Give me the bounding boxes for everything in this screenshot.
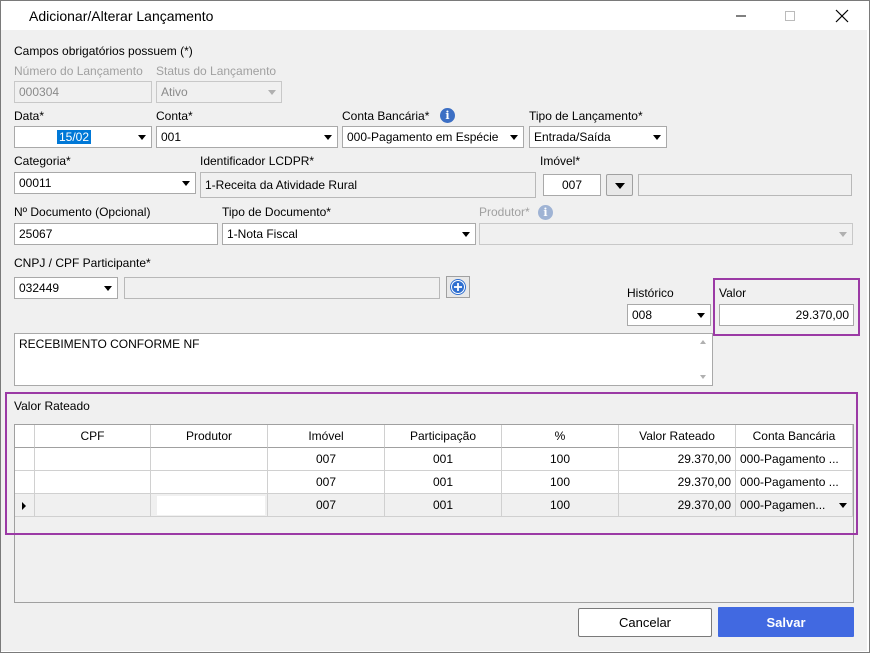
conta-bancaria-select[interactable]: 000-Pagamento em Espécie — [342, 126, 524, 148]
close-button[interactable] — [819, 1, 865, 31]
data-label: Data* — [14, 109, 45, 123]
title-bar: Adicionar/Alterar Lançamento — [1, 1, 869, 31]
valor-field[interactable]: 29.370,00 — [719, 304, 854, 326]
cnpj-value: 032449 — [19, 281, 60, 295]
chevron-down-icon — [653, 135, 661, 140]
scroll-up-icon[interactable] — [700, 340, 706, 344]
historico-value: 008 — [632, 308, 653, 322]
produtor-label: Produtor* — [479, 205, 530, 219]
numero-field: 000304 — [14, 81, 152, 103]
cancel-button[interactable]: Cancelar — [578, 608, 712, 637]
cnpj-label: CNPJ / CPF Participante* — [14, 256, 151, 270]
tipo-lancamento-select[interactable]: Entrada/Saída — [529, 126, 667, 148]
data-field[interactable]: 15/02 — [14, 126, 152, 148]
plus-circle-icon — [450, 279, 466, 295]
conta-bancaria-value: 000-Pagamento em Espécie — [347, 130, 499, 144]
rateio-highlight — [5, 392, 858, 535]
chevron-down-icon — [268, 90, 276, 95]
produtor-select — [479, 223, 853, 245]
data-value: 15/02 — [57, 130, 92, 144]
chevron-down-icon — [324, 135, 332, 140]
status-value: Ativo — [161, 85, 188, 99]
chevron-down-icon — [138, 135, 146, 140]
chevron-down-icon — [462, 232, 470, 237]
tipo-lancamento-label: Tipo de Lançamento* — [529, 109, 643, 123]
identificador-field: 1-Receita da Atividade Rural — [200, 172, 536, 198]
conta-bancaria-label: Conta Bancária* — [342, 109, 430, 123]
maximize-button[interactable] — [767, 1, 813, 31]
imovel-field[interactable]: 007 — [543, 174, 601, 196]
window-title: Adicionar/Alterar Lançamento — [29, 8, 214, 24]
valor-label: Valor — [719, 286, 747, 300]
tipo-documento-label: Tipo de Documento* — [222, 205, 331, 219]
imovel-dropdown-button[interactable] — [606, 174, 633, 196]
minimize-button[interactable] — [718, 1, 764, 31]
tipo-documento-select[interactable]: 1-Nota Fiscal — [222, 223, 476, 245]
cnpj-select[interactable]: 032449 — [14, 277, 118, 299]
conta-label: Conta* — [156, 109, 193, 123]
cnpj-desc — [124, 277, 440, 299]
status-select: Ativo — [156, 81, 282, 103]
scroll-down-icon[interactable] — [700, 375, 706, 379]
minimize-icon — [736, 15, 746, 17]
imovel-label: Imóvel* — [540, 154, 581, 168]
conta-value: 001 — [161, 130, 182, 144]
status-label: Status do Lançamento — [156, 64, 277, 78]
maximize-icon — [785, 11, 795, 21]
documento-field[interactable]: 25067 — [14, 223, 218, 245]
close-icon — [835, 9, 849, 23]
categoria-value: 00011 — [19, 176, 52, 190]
tipo-documento-value: 1-Nota Fiscal — [227, 227, 298, 241]
identificador-label: Identificador LCDPR* — [200, 154, 315, 168]
categoria-select[interactable]: 00011 — [14, 172, 196, 194]
tipo-lancamento-value: Entrada/Saída — [534, 130, 611, 144]
descricao-text: RECEBIMENTO CONFORME NF — [19, 337, 200, 351]
info-icon[interactable]: i — [440, 108, 455, 123]
add-participant-button[interactable] — [446, 276, 470, 298]
chevron-down-icon — [839, 232, 847, 237]
numero-label: Número do Lançamento — [14, 64, 143, 78]
chevron-down-icon — [104, 286, 112, 291]
historico-select[interactable]: 008 — [627, 304, 711, 326]
save-button[interactable]: Salvar — [718, 607, 854, 637]
required-note: Campos obrigatórios possuem (*) — [14, 44, 193, 58]
chevron-down-icon — [510, 135, 518, 140]
imovel-desc — [638, 174, 852, 196]
chevron-down-icon — [182, 181, 190, 186]
conta-select[interactable]: 001 — [156, 126, 338, 148]
categoria-label: Categoria* — [14, 154, 71, 168]
descricao-textarea[interactable]: RECEBIMENTO CONFORME NF — [14, 333, 713, 386]
chevron-down-icon — [615, 183, 625, 189]
historico-label: Histórico — [627, 286, 674, 300]
info-icon: i — [538, 205, 553, 220]
chevron-down-icon — [697, 313, 705, 318]
documento-label: Nº Documento (Opcional) — [14, 205, 151, 219]
